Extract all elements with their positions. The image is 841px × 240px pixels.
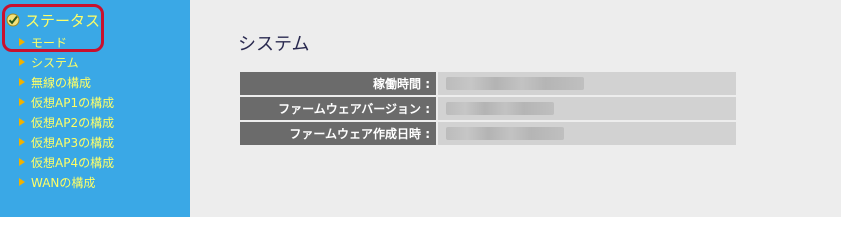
sidebar-item-label: 仮想AP2の構成 [31,115,115,130]
triangle-right-icon [19,118,25,126]
sidebar-item-wan-config[interactable]: WANの構成 [19,172,114,192]
sidebar-item-label: システム [31,55,79,70]
row-value-firmware-build-date [438,122,736,145]
redacted-value [446,77,584,90]
checkmark-icon [5,12,21,28]
row-value-uptime [438,72,736,95]
row-label-firmware-build-date: ファームウェア作成日時 : [240,122,436,145]
table-row: ファームウェアバージョン : [240,97,736,120]
table-row: ファームウェア作成日時 : [240,122,736,145]
sidebar-item-label: 仮想AP3の構成 [31,135,115,150]
sidebar-item-vap2-config[interactable]: 仮想AP2の構成 [19,112,114,132]
sidebar-item-wireless-config[interactable]: 無線の構成 [19,72,114,92]
triangle-right-icon [19,78,25,86]
triangle-right-icon [19,178,25,186]
sidebar-item-label: モード [31,35,68,50]
sidebar-item-label: 仮想AP1の構成 [31,95,115,110]
redacted-value [446,127,564,140]
triangle-right-icon [19,98,25,106]
sidebar-status-header[interactable]: ステータス [5,10,100,30]
sidebar-item-vap4-config[interactable]: 仮想AP4の構成 [19,152,114,172]
sidebar-nav: モード システム 無線の構成 仮想AP1の構成 仮想AP2の構成 仮想AP3の構… [19,32,114,192]
row-value-firmware-version [438,97,736,120]
triangle-right-icon [19,58,25,66]
sidebar-item-label: 仮想AP4の構成 [31,155,115,170]
system-info-table: 稼働時間 : ファームウェアバージョン : ファームウェア作成日時 : [240,70,736,147]
sidebar-status-label: ステータス [25,11,101,30]
sidebar-item-system[interactable]: システム [19,52,114,72]
triangle-right-icon [19,38,25,46]
page-title: システム [238,34,310,55]
sidebar-item-vap3-config[interactable]: 仮想AP3の構成 [19,132,114,152]
triangle-right-icon [19,138,25,146]
triangle-right-icon [19,158,25,166]
app-frame: ステータス モード システム 無線の構成 仮想AP1の構成 仮想AP2の構成 仮… [0,0,841,217]
sidebar-item-mode[interactable]: モード [19,32,114,52]
table-row: 稼働時間 : [240,72,736,95]
row-label-uptime: 稼働時間 : [240,72,436,95]
sidebar: ステータス モード システム 無線の構成 仮想AP1の構成 仮想AP2の構成 仮… [0,0,190,217]
sidebar-item-vap1-config[interactable]: 仮想AP1の構成 [19,92,114,112]
redacted-value [446,102,554,115]
sidebar-item-label: WANの構成 [31,175,96,190]
row-label-firmware-version: ファームウェアバージョン : [240,97,436,120]
sidebar-item-label: 無線の構成 [31,75,92,90]
